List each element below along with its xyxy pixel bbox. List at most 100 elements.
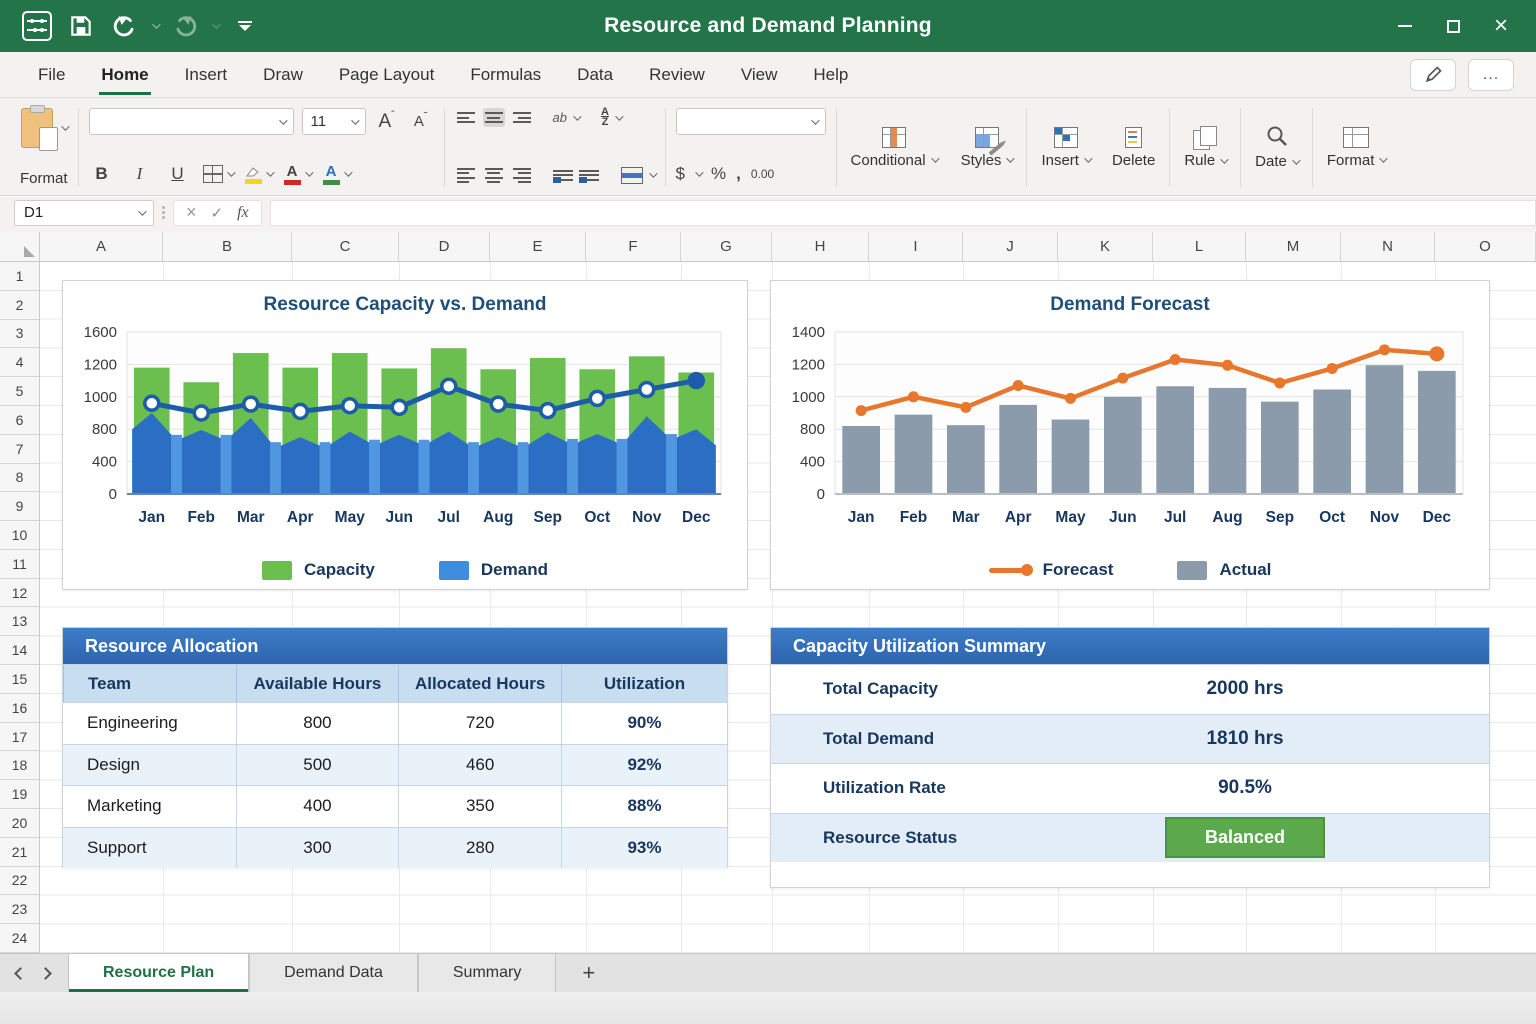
column-header-J[interactable]: J (963, 232, 1058, 262)
value-cell[interactable]: 90% (561, 703, 727, 744)
column-header-A[interactable]: A (40, 232, 163, 262)
menu-item-help[interactable]: Help (799, 55, 862, 95)
add-sheet-button[interactable]: + (556, 954, 621, 992)
highlight-color-button[interactable] (245, 165, 272, 184)
font-color-button[interactable]: A (284, 164, 311, 185)
sheet-tab-demand-data[interactable]: Demand Data (249, 954, 418, 992)
cell-styles-button[interactable]: Styles (957, 125, 1017, 171)
summary-value[interactable]: 2000 hrs (1001, 678, 1489, 700)
summary-value[interactable]: 90.5% (1001, 777, 1489, 799)
merge-center-icon[interactable] (621, 167, 643, 184)
menu-item-insert[interactable]: Insert (171, 55, 242, 95)
row-header-1[interactable]: 1 (0, 262, 40, 291)
row-header-6[interactable]: 6 (0, 406, 40, 435)
value-cell[interactable]: 800 (236, 703, 399, 744)
menu-item-formulas[interactable]: Formulas (456, 55, 555, 95)
column-header[interactable]: Utilization (561, 665, 727, 702)
column-header-F[interactable]: F (586, 232, 681, 262)
quick-access-icon[interactable] (228, 9, 262, 43)
select-all-corner[interactable] (0, 232, 40, 262)
font-name-combo[interactable] (89, 108, 294, 135)
font-size-combo[interactable]: 11 (302, 108, 366, 135)
align-bottom-button[interactable] (511, 108, 533, 127)
row-header-23[interactable]: 23 (0, 895, 40, 924)
value-cell[interactable]: 400 (236, 786, 399, 827)
value-cell[interactable]: 88% (561, 786, 727, 827)
italic-button[interactable]: I (127, 161, 153, 187)
menu-item-home[interactable]: Home (87, 55, 162, 95)
column-header-E[interactable]: E (490, 232, 586, 262)
value-cell[interactable]: 350 (398, 786, 561, 827)
column-header-N[interactable]: N (1341, 232, 1435, 262)
row-header-2[interactable]: 2 (0, 291, 40, 320)
sort-icon[interactable]: AZ (601, 108, 609, 128)
redo-dropdown-icon[interactable] (212, 20, 220, 28)
value-cell[interactable]: 720 (398, 703, 561, 744)
column-header[interactable]: Team (63, 665, 236, 702)
undo-button[interactable] (108, 9, 142, 43)
percent-button[interactable]: % (711, 161, 726, 187)
decrease-indent-icon[interactable] (553, 167, 573, 183)
menu-item-view[interactable]: View (727, 55, 792, 95)
column-header-O[interactable]: O (1435, 232, 1536, 262)
rule-button[interactable]: Rule (1180, 124, 1230, 171)
borders-button[interactable] (203, 165, 233, 183)
team-cell[interactable]: Marketing (63, 786, 236, 827)
minimize-button[interactable] (1388, 9, 1422, 43)
row-header-16[interactable]: 16 (0, 694, 40, 723)
row-header-13[interactable]: 13 (0, 607, 40, 636)
draw-pen-button[interactable] (1410, 59, 1456, 91)
save-icon[interactable] (64, 9, 98, 43)
number-format-combo[interactable] (676, 108, 826, 135)
fill-color-button[interactable]: A (323, 164, 350, 185)
sheet-tab-resource-plan[interactable]: Resource Plan (68, 954, 249, 992)
column-header-G[interactable]: G (681, 232, 772, 262)
next-sheet-icon[interactable] (39, 967, 52, 980)
team-cell[interactable]: Design (63, 745, 236, 786)
row-header-21[interactable]: 21 (0, 838, 40, 867)
row-header-17[interactable]: 17 (0, 723, 40, 752)
row-header-22[interactable]: 22 (0, 867, 40, 896)
cancel-entry-icon[interactable]: × (186, 202, 197, 223)
demand-forecast-chart[interactable]: Demand Forecast 1400120010008004000JanFe… (770, 280, 1490, 590)
menu-item-file[interactable]: File (24, 55, 79, 95)
row-header-20[interactable]: 20 (0, 809, 40, 838)
column-header-M[interactable]: M (1246, 232, 1341, 262)
menu-item-page-layout[interactable]: Page Layout (325, 55, 448, 95)
row-header-9[interactable]: 9 (0, 492, 40, 521)
column-header-B[interactable]: B (163, 232, 292, 262)
row-header-24[interactable]: 24 (0, 924, 40, 953)
decimal-button[interactable]: 0.00 (751, 167, 774, 181)
row-header-8[interactable]: 8 (0, 464, 40, 493)
comma-button[interactable]: , (736, 161, 741, 187)
row-header-7[interactable]: 7 (0, 435, 40, 464)
align-top-button[interactable] (455, 108, 477, 127)
sheet-tab-summary[interactable]: Summary (418, 954, 556, 992)
align-left-button[interactable] (455, 164, 477, 188)
name-box[interactable]: D1 (14, 200, 154, 226)
column-header-K[interactable]: K (1058, 232, 1153, 262)
value-cell[interactable]: 500 (236, 745, 399, 786)
align-right-button[interactable] (511, 164, 533, 188)
menu-item-draw[interactable]: Draw (249, 55, 317, 95)
team-cell[interactable]: Support (63, 828, 236, 869)
conditional-formatting-button[interactable]: Conditional (847, 125, 941, 171)
format-cells-button[interactable]: Format (1323, 125, 1390, 171)
status-badge-balanced[interactable]: Balanced (1165, 817, 1325, 858)
value-cell[interactable]: 460 (398, 745, 561, 786)
row-header-10[interactable]: 10 (0, 521, 40, 550)
summary-value[interactable]: 1810 hrs (1001, 728, 1489, 750)
redo-button[interactable] (168, 9, 202, 43)
value-cell[interactable]: 280 (398, 828, 561, 869)
value-cell[interactable]: 300 (236, 828, 399, 869)
increase-indent-icon[interactable] (579, 167, 599, 183)
column-header[interactable]: Available Hours (236, 665, 399, 702)
prev-sheet-icon[interactable] (14, 967, 27, 980)
insert-function-icon[interactable]: fx (237, 204, 249, 222)
capacity-demand-chart[interactable]: Resource Capacity vs. Demand 16001200100… (62, 280, 748, 590)
wrap-text-icon[interactable]: ab (553, 110, 567, 125)
row-header-5[interactable]: 5 (0, 377, 40, 406)
more-options-button[interactable]: ... (1468, 59, 1514, 91)
confirm-entry-icon[interactable]: ✓ (211, 204, 224, 222)
column-header-L[interactable]: L (1153, 232, 1246, 262)
